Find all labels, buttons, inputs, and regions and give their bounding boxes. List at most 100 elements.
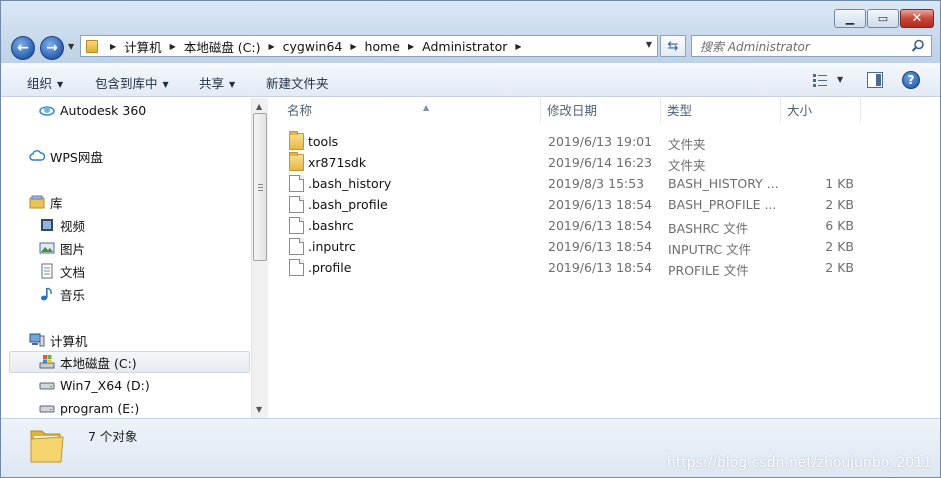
nav-item-library[interactable]: 库 bbox=[29, 191, 63, 213]
file-name: .bash_history bbox=[308, 176, 392, 191]
chevron-down-icon: ▼ bbox=[162, 80, 169, 89]
preview-pane-icon[interactable] bbox=[867, 72, 883, 88]
nav-item-drive-d[interactable]: Win7_X64 (D:) bbox=[39, 374, 150, 396]
folder-icon bbox=[289, 131, 304, 150]
file-row-bashrc[interactable]: .bashrc 2019/6/13 18:54 BASHRC 文件 6 KB bbox=[283, 215, 903, 236]
column-header-name[interactable]: ▲ 名称 bbox=[281, 98, 541, 123]
nav-item-drive-e[interactable]: program (E:) bbox=[39, 397, 139, 418]
nav-item-documents[interactable]: 文档 bbox=[39, 260, 85, 282]
file-type: PROFILE 文件 bbox=[668, 263, 749, 278]
command-bar: 组织 ▼ 包含到库中 ▼ 共享 ▼ 新建文件夹 ▼ ? bbox=[1, 63, 940, 97]
nav-label: 库 bbox=[50, 195, 63, 211]
breadcrumb-item-administrator[interactable]: Administrator bbox=[422, 39, 507, 54]
file-row-tools[interactable]: tools 2019/6/13 19:01 文件夹 bbox=[283, 131, 903, 152]
nav-label: Autodesk 360 bbox=[60, 102, 147, 118]
column-header-size[interactable]: 大小 bbox=[781, 98, 861, 123]
file-row-xr871sdk[interactable]: xr871sdk 2019/6/14 16:23 文件夹 bbox=[283, 152, 903, 173]
file-type: BASH_PROFILE ... bbox=[668, 197, 777, 212]
nav-item-computer[interactable]: 计算机 bbox=[29, 329, 88, 351]
search-input[interactable]: 搜索 Administrator bbox=[691, 35, 932, 57]
file-date: 2019/8/3 15:53 bbox=[548, 176, 645, 191]
cloud-icon bbox=[29, 150, 45, 161]
address-dropdown-icon[interactable]: ▼ bbox=[646, 40, 652, 49]
include-in-library-menu[interactable]: 包含到库中 ▼ bbox=[95, 73, 169, 92]
nav-label: WPS网盘 bbox=[50, 149, 103, 165]
file-row-bash-profile[interactable]: .bash_profile 2019/6/13 18:54 BASH_PROFI… bbox=[283, 194, 903, 215]
item-count: 7 个对象 bbox=[88, 429, 138, 444]
help-icon[interactable]: ? bbox=[902, 71, 920, 89]
chevron-right-icon[interactable]: ▶ bbox=[110, 42, 116, 51]
file-icon bbox=[289, 175, 304, 192]
chevron-right-icon[interactable]: ▶ bbox=[269, 42, 275, 51]
file-icon bbox=[289, 238, 304, 255]
chevron-right-icon[interactable]: ▶ bbox=[350, 42, 356, 51]
minimize-button[interactable]: ▁ bbox=[834, 9, 866, 28]
drive-icon bbox=[39, 382, 55, 390]
nav-label: 本地磁盘 (C:) bbox=[60, 355, 137, 371]
address-bar[interactable]: ▶ 计算机 ▶ 本地磁盘 (C:) ▶ cygwin64 ▶ home ▶ Ad… bbox=[80, 35, 658, 57]
file-size: 2 KB bbox=[825, 260, 854, 275]
navigation-pane: Autodesk 360 WPS网盘 库 视频 图片 文档 音乐 计算机 本地磁… bbox=[1, 98, 251, 418]
folder-icon bbox=[289, 152, 304, 171]
file-date: 2019/6/14 16:23 bbox=[548, 155, 653, 170]
chevron-right-icon[interactable]: ▶ bbox=[170, 42, 176, 51]
maximize-button[interactable]: ▭ bbox=[867, 9, 899, 28]
file-row-bash-history[interactable]: .bash_history 2019/8/3 15:53 BASH_HISTOR… bbox=[283, 173, 903, 194]
back-button[interactable]: ← bbox=[11, 36, 35, 60]
recent-pages-dropdown[interactable]: ▼ bbox=[68, 42, 74, 51]
column-header-date[interactable]: 修改日期 bbox=[541, 98, 661, 123]
windows-drive-icon bbox=[39, 355, 55, 369]
details-pane: 7 个对象 https://blog.csdn.net/zhoujunbo_20… bbox=[1, 418, 940, 477]
file-size: 1 KB bbox=[825, 176, 854, 191]
chevron-right-icon[interactable]: ▶ bbox=[408, 42, 414, 51]
folder-icon bbox=[86, 39, 98, 53]
column-label: 名称 bbox=[287, 103, 313, 118]
breadcrumb-item-drive-c[interactable]: 本地磁盘 (C:) bbox=[184, 37, 261, 56]
share-menu[interactable]: 共享 ▼ bbox=[199, 73, 235, 92]
close-button[interactable]: ✕ bbox=[900, 9, 934, 28]
column-header-type[interactable]: 类型 bbox=[661, 98, 781, 123]
nav-item-music[interactable]: 音乐 bbox=[39, 283, 85, 305]
refresh-button[interactable]: ⇆ bbox=[660, 35, 686, 57]
file-row-profile[interactable]: .profile 2019/6/13 18:54 PROFILE 文件 2 KB bbox=[283, 257, 903, 278]
file-size: 2 KB bbox=[825, 239, 854, 254]
breadcrumb-item-home[interactable]: home bbox=[365, 39, 400, 54]
breadcrumb-item-computer[interactable]: 计算机 bbox=[124, 37, 162, 56]
back-arrow-icon: ← bbox=[17, 40, 29, 56]
refresh-icon: ⇆ bbox=[667, 38, 679, 54]
column-label: 大小 bbox=[787, 103, 813, 118]
scroll-up-icon[interactable]: ▲ bbox=[256, 102, 262, 111]
forward-button[interactable]: → bbox=[40, 36, 64, 60]
nav-label: 视频 bbox=[60, 218, 86, 234]
forward-arrow-icon: → bbox=[46, 40, 58, 56]
watermark: https://blog.csdn.net/zhoujunbo_2011 bbox=[666, 455, 932, 471]
file-name: .inputrc bbox=[308, 239, 356, 254]
drive-icon bbox=[39, 405, 55, 413]
file-date: 2019/6/13 18:54 bbox=[548, 197, 653, 212]
file-row-inputrc[interactable]: .inputrc 2019/6/13 18:54 INPUTRC 文件 2 KB bbox=[283, 236, 903, 257]
chevron-right-icon[interactable]: ▶ bbox=[515, 42, 521, 51]
search-icon[interactable] bbox=[911, 39, 925, 53]
file-icon bbox=[289, 217, 304, 234]
music-icon bbox=[41, 287, 52, 301]
breadcrumb-item-cygwin64[interactable]: cygwin64 bbox=[283, 39, 343, 54]
scrollbar-thumb[interactable] bbox=[253, 113, 267, 261]
folder-icon bbox=[30, 430, 64, 463]
nav-item-videos[interactable]: 视频 bbox=[39, 214, 85, 236]
new-folder-button[interactable]: 新建文件夹 bbox=[266, 73, 329, 92]
file-size: 2 KB bbox=[825, 197, 854, 212]
file-type: INPUTRC 文件 bbox=[668, 242, 752, 257]
computer-icon bbox=[29, 333, 45, 347]
navigation-scrollbar[interactable]: ▲ ▼ bbox=[251, 98, 268, 418]
close-icon: ✕ bbox=[911, 11, 923, 26]
view-options-icon[interactable] bbox=[812, 73, 828, 87]
nav-item-drive-c[interactable]: 本地磁盘 (C:) bbox=[9, 351, 250, 373]
nav-item-autodesk-360[interactable]: Autodesk 360 bbox=[39, 99, 146, 121]
nav-item-pictures[interactable]: 图片 bbox=[39, 237, 85, 259]
chevron-down-icon: ▼ bbox=[229, 80, 236, 89]
view-dropdown-icon[interactable]: ▼ bbox=[837, 75, 843, 84]
scroll-down-icon[interactable]: ▼ bbox=[256, 405, 262, 414]
file-date: 2019/6/13 18:54 bbox=[548, 239, 653, 254]
nav-item-wps[interactable]: WPS网盘 bbox=[29, 145, 103, 167]
organize-menu[interactable]: 组织 ▼ bbox=[27, 73, 63, 92]
